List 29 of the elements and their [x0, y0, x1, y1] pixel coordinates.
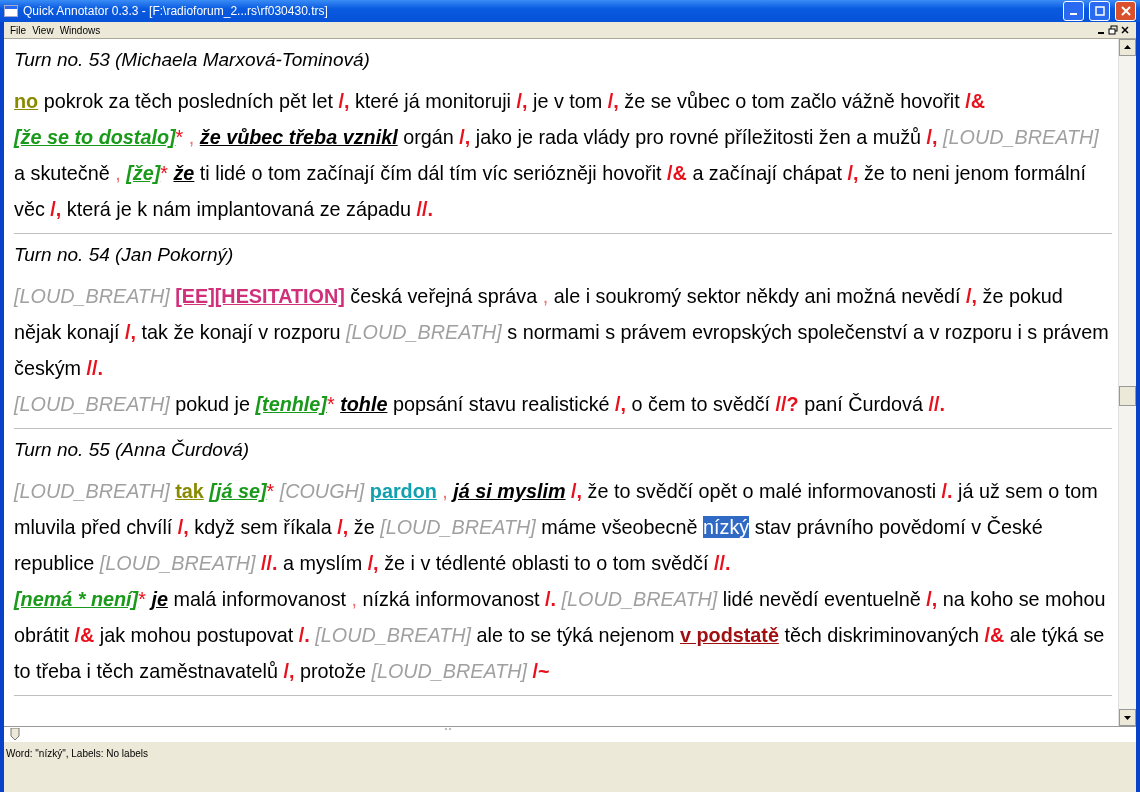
splitter-grip-icon[interactable]: [444, 727, 452, 731]
transcript-paragraph: [LOUD_BREATH] pokud je [tenhle]* tohle popsání stavu realistické /, o čem to svědčí //? paní Čurdová //.: [14, 392, 946, 417]
close-button[interactable]: [1115, 1, 1136, 21]
menu-item[interactable]: View: [32, 24, 54, 36]
transcript-paragraph: [LOUD_BREATH] [EE][HESITATION] česká veřejná správa , ale i soukromý sektor někdy ani možná nevědí /, že pokud nějak konají /, tak že konají v rozporu [LOUD_BREATH] s normami s právem evropských společenství a v rozporu i s právem českým //.: [14, 284, 1110, 381]
window-title: Quick Annotator 0.3.3 - [F:\radioforum_2...rs\rf030430.trs]: [23, 4, 329, 18]
scroll-down-icon[interactable]: [1119, 709, 1136, 726]
transcript-paragraph: no pokrok za těch posledních pět let /, které já monitoruji /, je v tom /, že se vůbec o tom začlo vážně hovořit /& [že se to dostalo]* , že vůbec třeba vznikl orgán /, jako je rada vlády pro rovné příležitosti žen a mužů /, [LOUD_BREATH] a skutečně , [že]* že ti lidé o tom začínají čím dál tím víc seriózněji hovořit /& a začínají chápat /, že to neni jenom formální věc /, která je k nám implantovaná ze západu //.: [14, 89, 1100, 222]
slider-thumb[interactable]: [10, 728, 20, 740]
turn-heading: Turn no. 53 (Michaela Marxová-Tominová): [14, 48, 371, 72]
horizontal-slider[interactable]: [4, 726, 1136, 741]
close-icon: [1120, 6, 1131, 16]
menu-item[interactable]: Windows: [59, 24, 101, 36]
transcript-paragraph: [nemá * není]* je malá informovanost , nízká informovanost /. [LOUD_BREATH] lidé nevědí eventuelně /, na koho se mohou obrátit /& jak mohou postupovat /. [LOUD_BREATH] ale to se týká nejenom v podstatě těch diskriminovaných /& ale týká se to třeba i těch zaměstnavatelů /, protože [LOUD_BREATH] /~: [14, 587, 1107, 684]
status-text: Word: "nízký", Labels: No labels: [6, 747, 148, 759]
minimize-icon: [1070, 13, 1077, 15]
restore-icon[interactable]: [1108, 25, 1118, 35]
turn-heading: Turn no. 55 (Anna Čurdová): [14, 438, 251, 462]
minimize-button[interactable]: [1063, 1, 1084, 21]
vertical-scrollbar[interactable]: [1118, 39, 1136, 726]
scroll-up-icon[interactable]: [1119, 39, 1136, 56]
maximize-button[interactable]: [1089, 1, 1110, 21]
maximize-icon: [1094, 6, 1105, 16]
turn-heading: Turn no. 54 (Jan Pokorný): [14, 243, 235, 267]
close-icon[interactable]: [1120, 25, 1130, 35]
transcript-paragraph: [LOUD_BREATH] tak [já se]* [COUGH] pardon , já si myslim /, že to svědčí opět o malé informovanosti /. já už sem o tom mluvila před chvílí /, když sem říkala /, že [LOUD_BREATH] máme všeobecně nízký stav právního povědomí v České republice [LOUD_BREATH] //. a myslím /, že i v tédlenté oblasti to o tom svědčí //.: [14, 479, 1099, 576]
menu-item[interactable]: File: [10, 24, 27, 36]
scroll-thumb[interactable]: [1119, 386, 1136, 406]
app-icon: [4, 5, 18, 17]
